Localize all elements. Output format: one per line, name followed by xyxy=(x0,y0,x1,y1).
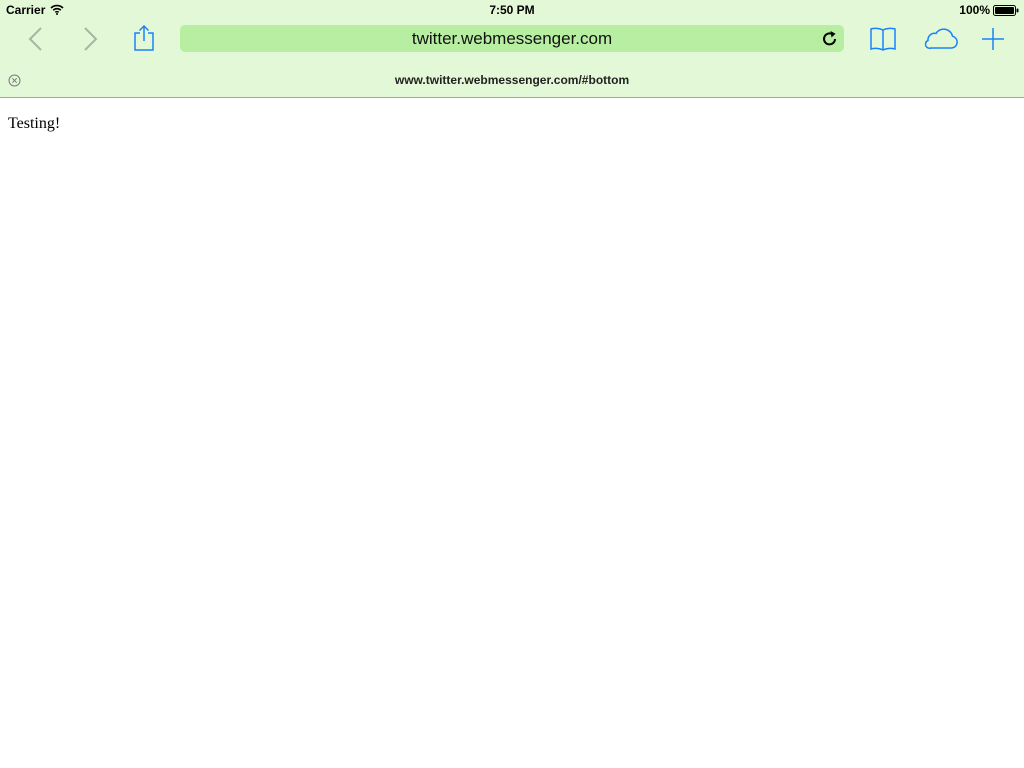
cloud-icon xyxy=(924,28,958,50)
book-icon xyxy=(870,27,896,51)
status-bar: Carrier 7:50 PM 100% xyxy=(0,0,1024,20)
chevron-right-icon xyxy=(84,27,98,51)
browser-chrome: Carrier 7:50 PM 100% twitter.webmessenge… xyxy=(0,0,1024,98)
back-button[interactable] xyxy=(26,26,46,52)
bookmarks-button[interactable] xyxy=(869,26,897,52)
battery-icon xyxy=(993,5,1019,16)
chevron-left-icon xyxy=(28,27,42,51)
share-button[interactable] xyxy=(132,24,156,52)
new-tab-button[interactable] xyxy=(980,26,1006,52)
plus-icon xyxy=(982,28,1004,50)
url-text[interactable]: twitter.webmessenger.com xyxy=(180,29,844,49)
reload-button[interactable] xyxy=(822,30,838,47)
tab-title[interactable]: www.twitter.webmessenger.com/#bottom xyxy=(0,73,1024,87)
icloud-tabs-button[interactable] xyxy=(922,27,960,51)
forward-button[interactable] xyxy=(80,26,100,52)
reload-icon xyxy=(823,31,836,46)
address-bar[interactable]: twitter.webmessenger.com xyxy=(180,25,844,52)
page-body-text: Testing! xyxy=(8,115,61,132)
clock-label: 7:50 PM xyxy=(489,3,535,17)
share-icon xyxy=(134,24,154,51)
battery-percent-label: 100% xyxy=(959,3,990,17)
